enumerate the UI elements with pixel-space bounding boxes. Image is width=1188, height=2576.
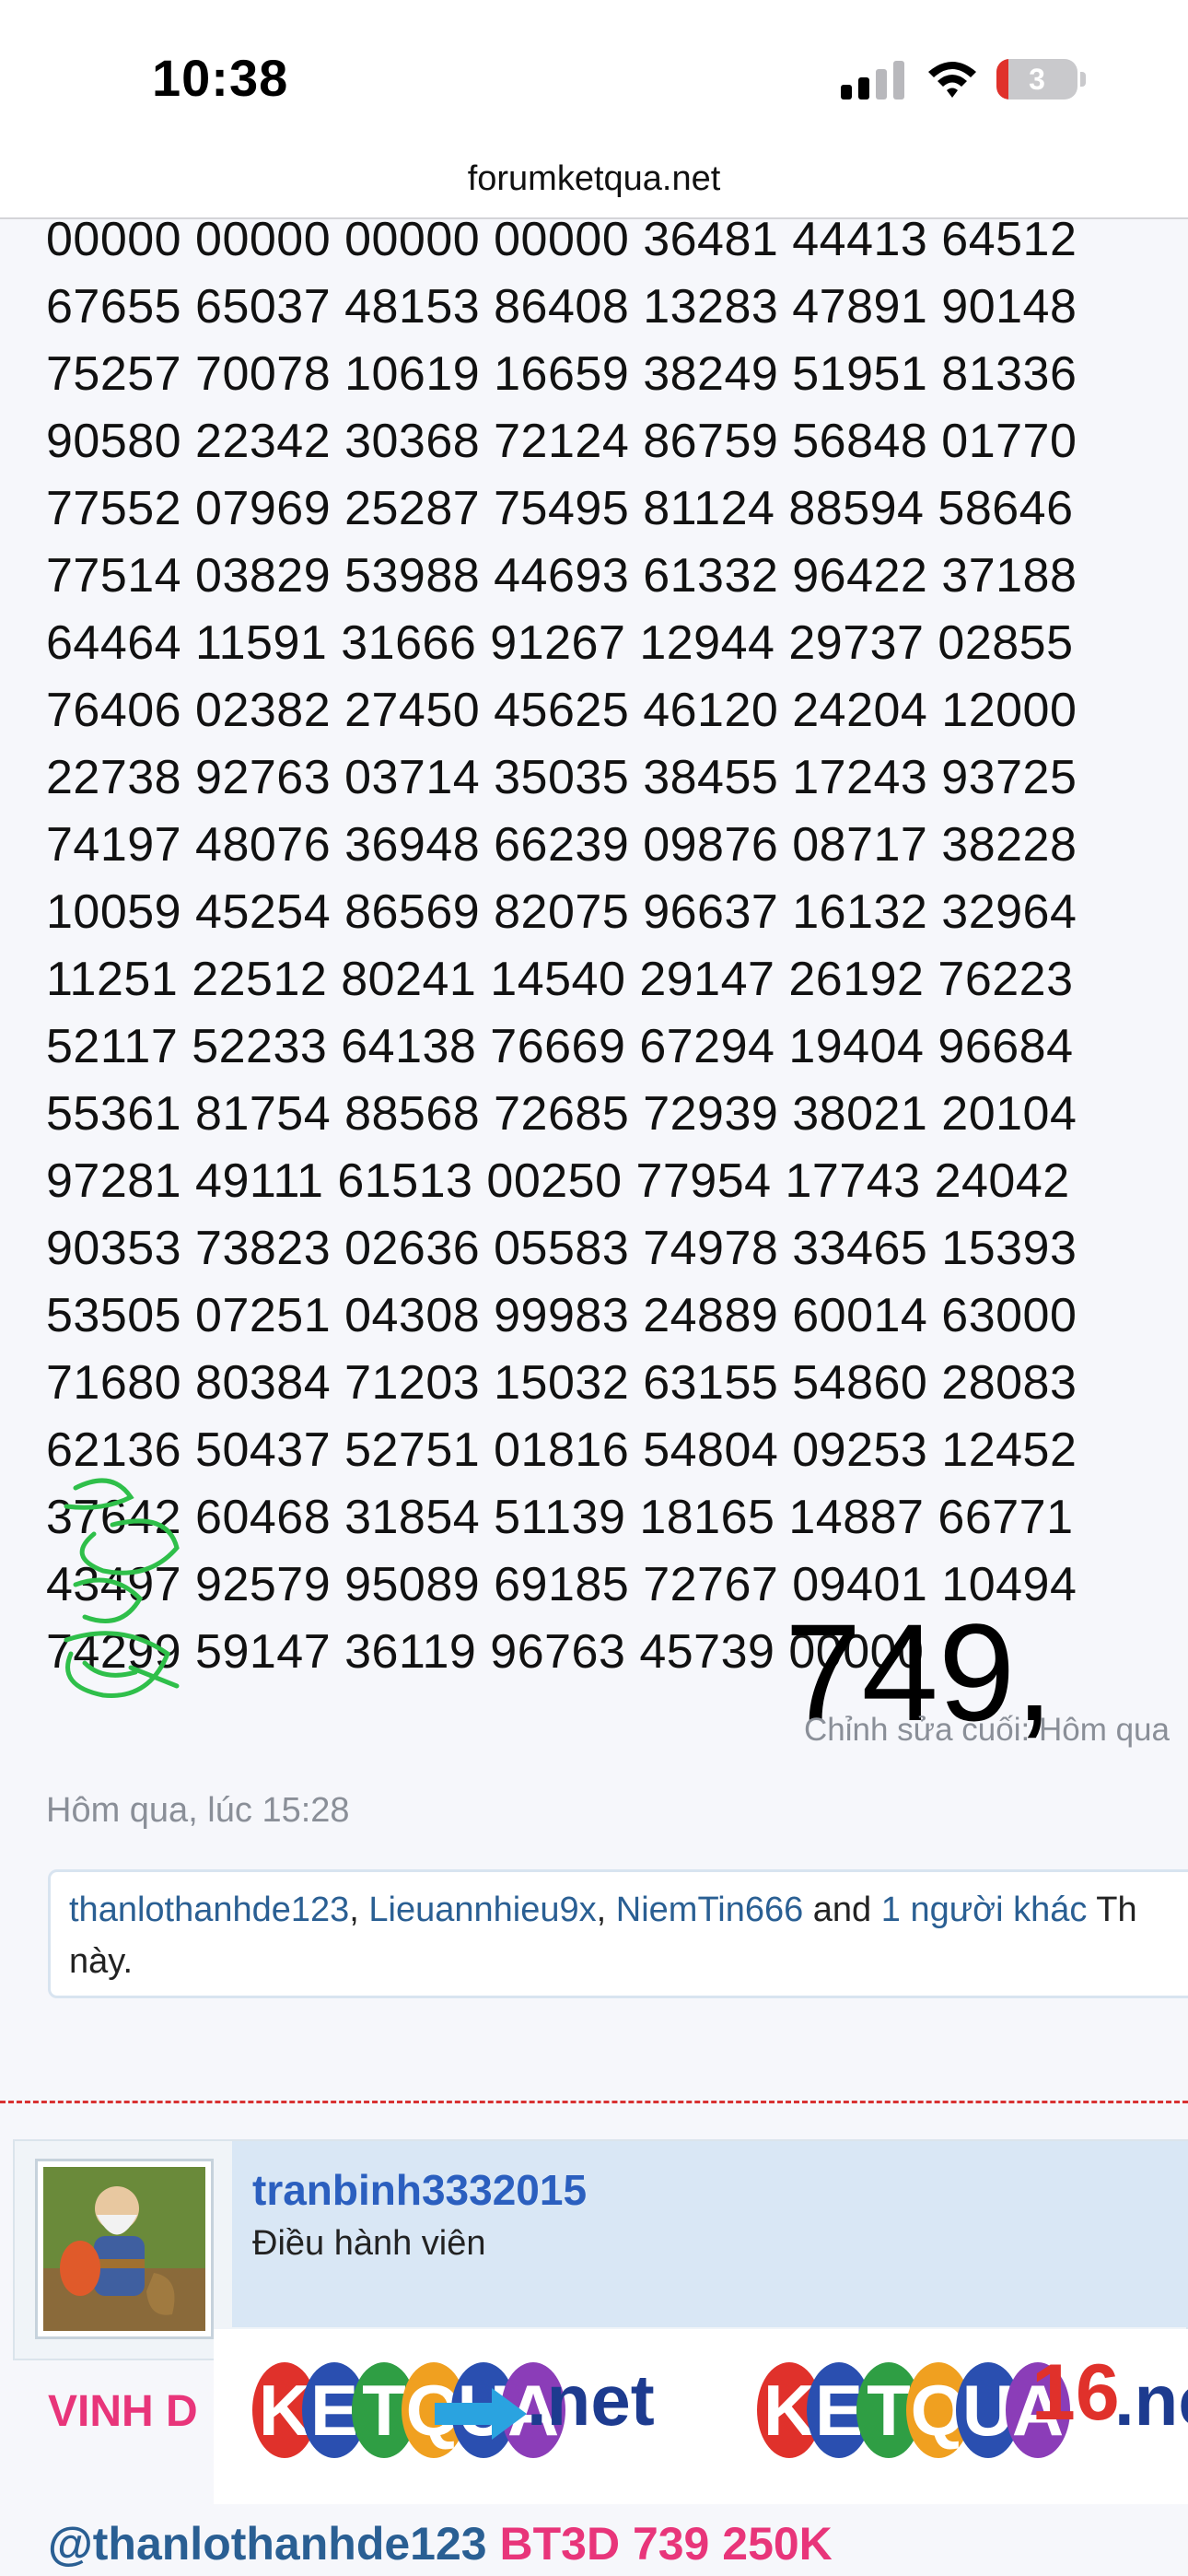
number-line: 90580 22342 30368 72124 86759 56848 0177…	[46, 415, 1077, 468]
post-timestamp[interactable]: Hôm qua, lúc 15:28	[46, 1791, 350, 1831]
number-line: 00000 00000 00000 00000 36481 44413 6451…	[46, 213, 1077, 266]
number-line: 22738 92763 03714 35035 38455 17243 9372…	[46, 751, 1077, 804]
number-line: 75257 70078 10619 16659 38249 51951 8133…	[46, 347, 1077, 401]
user-role: Điều hành viên	[252, 2224, 486, 2263]
number-line: 76406 02382 27450 45625 46120 24204 1200…	[46, 684, 1077, 737]
number-line: 71680 80384 71203 15032 63155 54860 2808…	[46, 1356, 1077, 1410]
wifi-icon	[928, 62, 976, 98]
number-line: 90353 73823 02636 05583 74978 33465 1539…	[46, 1222, 1077, 1275]
reaction-user-link[interactable]: Lieuannhieu9x	[368, 1891, 596, 1929]
banner-net-right: .net	[1114, 2359, 1188, 2441]
number-line: 77514 03829 53988 44693 61332 96422 3718…	[46, 549, 1077, 603]
arrow-right-icon	[435, 2388, 527, 2440]
number-line: 37642 60468 31854 51139 18165 14887 6677…	[46, 1491, 1074, 1544]
mention-link[interactable]: @thanlothanhde123	[48, 2518, 487, 2570]
number-line: 10059 45254 86569 82075 96637 16132 3296…	[46, 885, 1077, 939]
number-line: 52117 52233 64138 76669 67294 19404 9668…	[46, 1020, 1074, 1073]
reaction-others-link[interactable]: 1 người khác	[881, 1891, 1088, 1929]
post-content-partial: VINH D	[48, 2387, 198, 2436]
number-line: 77552 07969 25287 75495 81124 88594 5864…	[46, 482, 1074, 535]
edit-note: Chỉnh sửa cuối: Hôm qua	[804, 1712, 1170, 1748]
number-line: 53505 07251 04308 99983 24889 60014 6300…	[46, 1289, 1077, 1342]
handwritten-doodle	[64, 1478, 180, 1698]
ketqua-banner[interactable]: KETQUA .net KETQUA 16 .net	[214, 2329, 1188, 2504]
bet-text: BT3D 739 250K	[486, 2518, 833, 2570]
cellular-signal-icon	[841, 61, 904, 100]
clock: 10:38	[152, 49, 289, 107]
battery-icon: 3	[996, 59, 1087, 100]
number-line: 74197 48076 36948 66239 09876 08717 3822…	[46, 818, 1077, 872]
number-line: 11251 22512 80241 14540 29147 26192 7622…	[46, 953, 1074, 1006]
avatar-image	[43, 2167, 205, 2331]
reactions-line-end: này.	[69, 1942, 134, 1981]
reaction-user-link[interactable]: NiemTin666	[616, 1891, 803, 1929]
banner-number: 16	[1031, 2348, 1120, 2437]
mention-line: @thanlothanhde123 BT3D 739 250K	[48, 2517, 833, 2570]
url-text[interactable]: forumketqua.net	[0, 159, 1188, 199]
reactions-bar: thanlothanhde123, Lieuannhieu9x, NiemTin…	[48, 1869, 1188, 1998]
reactions-line: thanlothanhde123, Lieuannhieu9x, NiemTin…	[69, 1891, 1137, 1929]
number-line: 67655 65037 48153 86408 13283 47891 9014…	[46, 280, 1077, 334]
reaction-user-link[interactable]: thanlothanhde123	[69, 1891, 349, 1929]
username-link[interactable]: tranbinh3332015	[252, 2165, 587, 2215]
number-line: 64464 11591 31666 91267 12944 29737 0285…	[46, 616, 1074, 670]
number-line: 62136 50437 52751 01816 54804 09253 1245…	[46, 1423, 1077, 1477]
banner-net-left: .net	[527, 2359, 655, 2441]
number-line: 55361 81754 88568 72685 72939 38021 2010…	[46, 1087, 1077, 1141]
status-bar: 10:38 3	[0, 0, 1188, 157]
number-line: 97281 49111 61513 00250 77954 17743 2404…	[46, 1154, 1070, 1208]
avatar[interactable]	[35, 2159, 214, 2339]
battery-level: 3	[1029, 63, 1045, 96]
post-divider	[0, 2101, 1188, 2103]
post-number-block: 00000 00000 00000 00000 36481 44413 6451…	[46, 206, 1188, 1686]
